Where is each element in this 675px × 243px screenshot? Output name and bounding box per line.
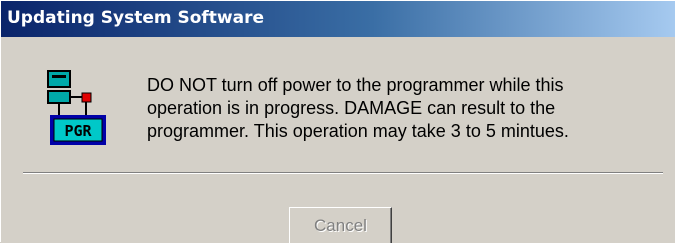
programmer-icon: PGR <box>46 69 112 149</box>
title-bar[interactable]: Updating System Software <box>1 1 675 37</box>
warning-message: DO NOT turn off power to the programmer … <box>147 74 667 143</box>
programmer-icon-label: PGR <box>64 122 92 140</box>
message-line: operation is in progress. DAMAGE can res… <box>147 98 556 118</box>
message-line: DO NOT turn off power to the programmer … <box>147 75 564 95</box>
separator-line <box>23 172 663 174</box>
message-line: programmer. This operation may take 3 to… <box>147 121 569 141</box>
window-title: Updating System Software <box>7 8 265 28</box>
cancel-button[interactable]: Cancel <box>289 207 392 243</box>
dialog-window: Updating System Software PGR DO NOT turn… <box>0 0 675 243</box>
